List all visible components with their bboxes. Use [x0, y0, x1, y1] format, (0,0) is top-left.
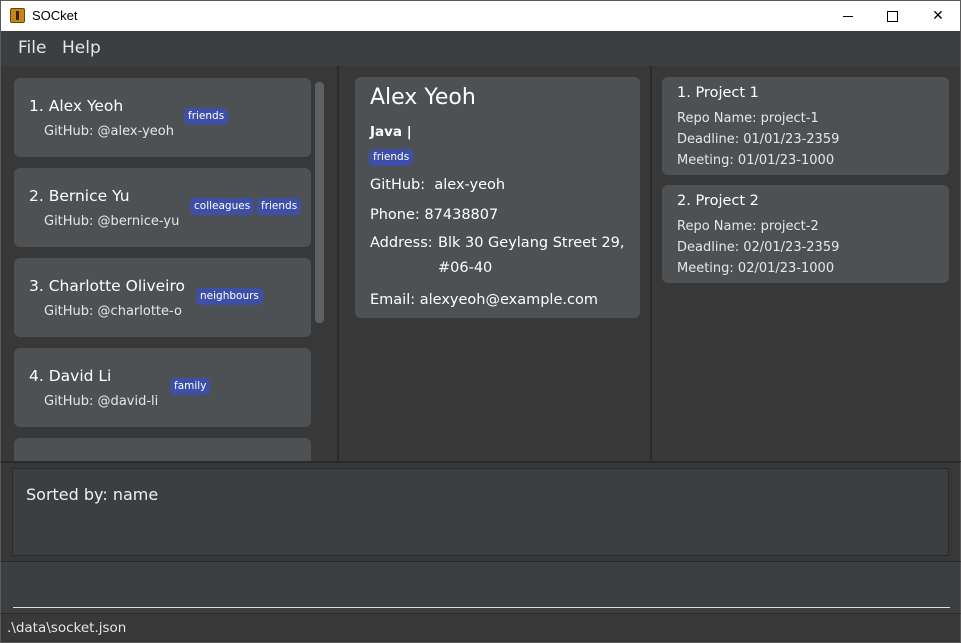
person-name: 4. David Li — [29, 367, 112, 385]
result-panel: Sorted by: name — [0, 461, 961, 561]
detail-address-label: Address: — [370, 235, 433, 251]
person-card[interactable]: 2. Bernice Yu colleagues friends GitHub:… — [14, 168, 311, 247]
project-meeting: Meeting: 02/01/23-1000 — [677, 261, 835, 276]
project-card[interactable]: 2. Project 2 Repo Name: project-2 Deadli… — [662, 185, 949, 283]
main-area: 1. Alex Yeoh friends GitHub: @alex-yeoh … — [0, 66, 961, 461]
project-deadline: Deadline: 01/01/23-2359 — [677, 132, 840, 147]
result-display[interactable]: Sorted by: name — [12, 468, 949, 556]
person-name: 3. Charlotte Oliveiro — [29, 277, 185, 295]
person-github: GitHub: @charlotte-o — [44, 304, 182, 319]
project-card[interactable]: 1. Project 1 Repo Name: project-1 Deadli… — [662, 77, 949, 175]
close-icon: ✕ — [932, 8, 944, 24]
window-title: SOCket — [32, 8, 78, 23]
person-github: GitHub: @david-li — [44, 394, 159, 409]
tag: colleagues — [190, 198, 255, 215]
app-icon — [10, 8, 25, 23]
result-text: Sorted by: name — [26, 485, 159, 504]
detail-github: GitHub: alex-yeoh — [370, 177, 505, 193]
detail-email-value: alexyeoh@example.com — [419, 292, 598, 308]
detail-phone-label: Phone: — [370, 207, 420, 223]
tag: friends — [369, 149, 414, 166]
tag: family — [170, 378, 211, 395]
detail-github-label: GitHub: — [370, 177, 426, 193]
person-card[interactable] — [14, 438, 311, 461]
person-list-panel[interactable]: 1. Alex Yeoh friends GitHub: @alex-yeoh … — [2, 66, 337, 461]
detail-email: Email: alexyeoh@example.com — [370, 292, 598, 308]
project-title: 1. Project 1 — [677, 85, 759, 101]
person-name: 1. Alex Yeoh — [29, 97, 124, 115]
detail-address-value: Blk 30 Geylang Street 29, #06-40 — [438, 235, 625, 276]
command-input[interactable] — [13, 570, 950, 608]
minimize-button[interactable] — [825, 1, 871, 31]
menu-file[interactable]: File — [18, 38, 46, 58]
project-repo: Repo Name: project-1 — [677, 111, 819, 126]
detail-github-value: alex-yeoh — [434, 177, 506, 193]
close-button[interactable]: ✕ — [915, 1, 961, 31]
person-github: GitHub: @alex-yeoh — [44, 124, 174, 139]
detail-languages: Java | — [370, 124, 412, 140]
status-bar: .\data\socket.json — [0, 613, 961, 643]
person-name: 2. Bernice Yu — [29, 187, 130, 205]
scrollbar[interactable] — [315, 82, 324, 323]
person-card[interactable]: 3. Charlotte Oliveiro neighbours GitHub:… — [14, 258, 311, 337]
command-panel — [0, 561, 961, 613]
project-deadline: Deadline: 02/01/23-2359 — [677, 240, 840, 255]
detail-phone-value: 87438807 — [424, 207, 499, 223]
detail-panel: Alex Yeoh Java | friends GitHub: alex-ye… — [339, 66, 650, 461]
menu-bar: File Help — [0, 31, 961, 66]
person-github: GitHub: @bernice-yu — [44, 214, 180, 229]
person-card[interactable]: 4. David Li family GitHub: @david-li — [14, 348, 311, 427]
person-card[interactable]: 1. Alex Yeoh friends GitHub: @alex-yeoh — [14, 78, 311, 157]
tag: friends — [257, 198, 302, 215]
detail-name: Alex Yeoh — [370, 85, 476, 110]
menu-help[interactable]: Help — [62, 38, 101, 58]
project-title: 2. Project 2 — [677, 193, 759, 209]
project-meeting: Meeting: 01/01/23-1000 — [677, 153, 835, 168]
tag: friends — [184, 108, 229, 125]
project-list-panel[interactable]: 1. Project 1 Repo Name: project-1 Deadli… — [652, 66, 960, 461]
project-repo: Repo Name: project-2 — [677, 219, 819, 234]
person-detail-card: Alex Yeoh Java | friends GitHub: alex-ye… — [355, 77, 640, 318]
tag: neighbours — [196, 288, 263, 305]
title-bar: SOCket ✕ — [0, 0, 961, 31]
detail-phone: Phone: 87438807 — [370, 207, 498, 223]
maximize-icon — [886, 10, 898, 22]
minimize-icon — [843, 15, 853, 17]
maximize-button[interactable] — [869, 1, 915, 31]
status-file-path: .\data\socket.json — [7, 620, 127, 636]
detail-email-label: Email: — [370, 292, 416, 308]
